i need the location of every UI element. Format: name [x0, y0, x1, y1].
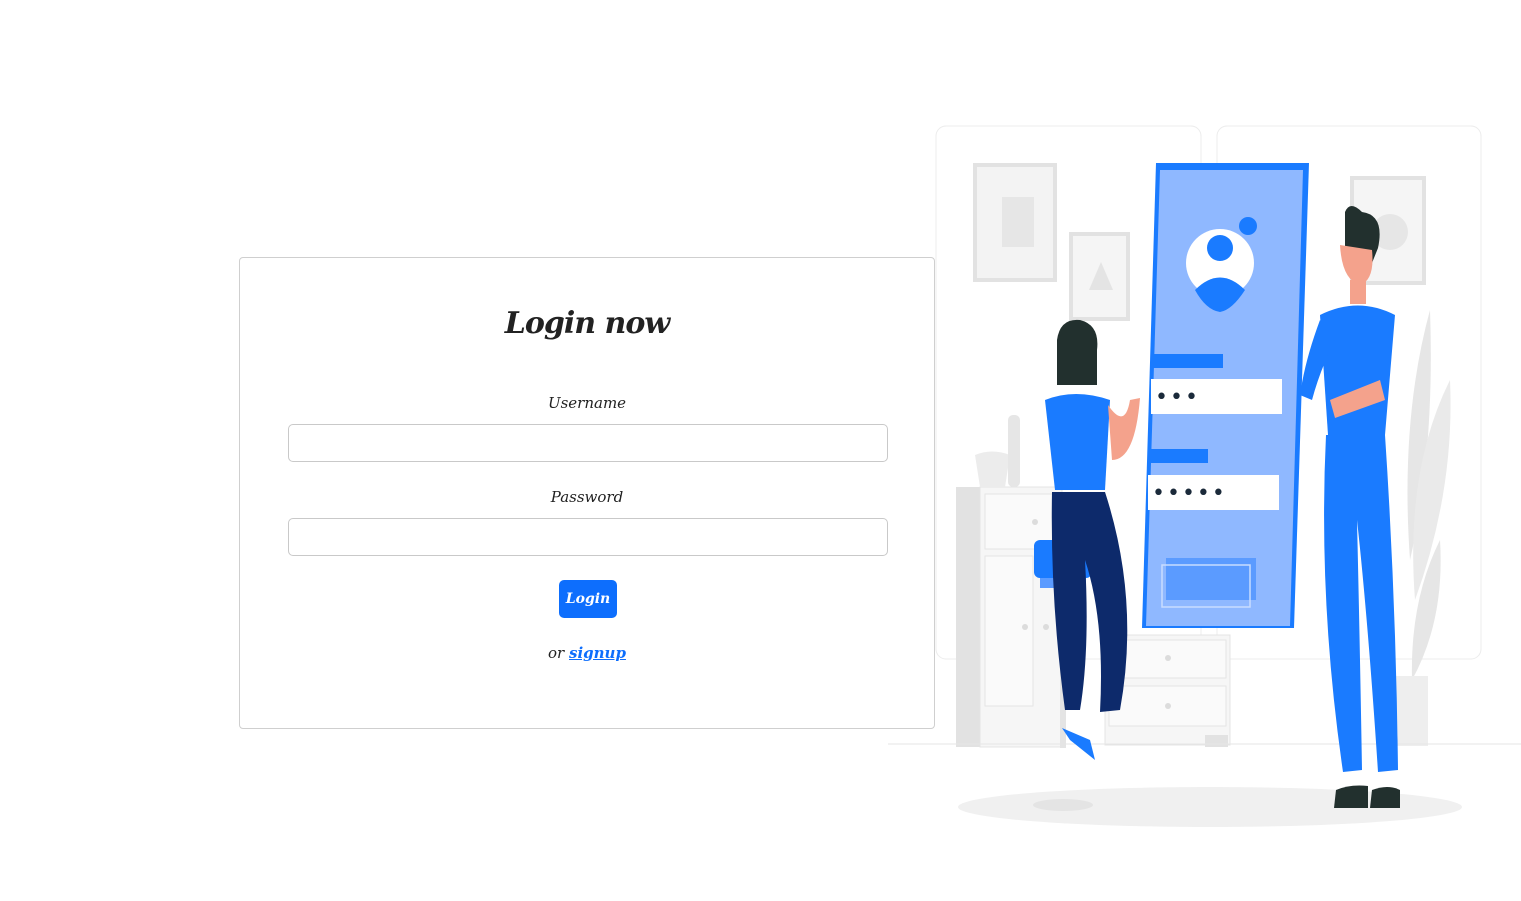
- login-button[interactable]: Login: [559, 580, 617, 618]
- password-input[interactable]: [288, 518, 888, 556]
- password-label: Password: [550, 488, 624, 506]
- username-input[interactable]: [288, 424, 888, 462]
- signup-link[interactable]: signup: [569, 644, 626, 662]
- login-title: Login now: [504, 306, 670, 341]
- phone-password-mask: •••••: [1152, 481, 1227, 506]
- login-card: Login now Username Password Login or sig…: [239, 257, 935, 729]
- phone-username-mask: •••: [1155, 385, 1200, 410]
- phone-illustration: ••• •••••: [1142, 163, 1309, 628]
- or-text: or: [548, 644, 565, 662]
- login-page: Login now Username Password Login or sig…: [0, 0, 1521, 901]
- username-label: Username: [547, 394, 627, 412]
- login-illustration: ••• •••••: [888, 125, 1521, 827]
- signup-line: or signup: [240, 644, 934, 662]
